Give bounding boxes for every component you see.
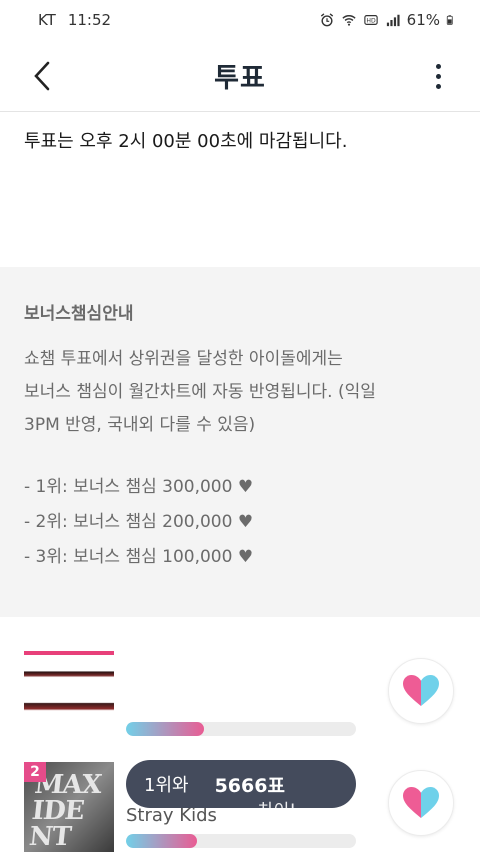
alarm-icon: [320, 13, 333, 27]
battery-icon: [446, 15, 453, 25]
artist-name: Stray Kids: [126, 805, 217, 826]
app-header: 투표: [0, 40, 480, 112]
clock: 11:52: [67, 11, 112, 29]
vote-progress-fill: [126, 722, 205, 736]
rank-badge: 2: [24, 762, 46, 782]
bonus-info-line: 3PM 반영, 국내외 다를 수 있음): [24, 415, 256, 435]
tooltip-tail-text: 차이!: [258, 801, 297, 821]
vote-heart-button[interactable]: [388, 658, 454, 724]
bonus-info-line: 쇼챔 투표에서 상위권을 달성한 아이돌에게는: [24, 349, 343, 369]
heart-icon: [403, 675, 439, 706]
vote-progress-bar: [126, 834, 356, 848]
album-title-art: MAXIDENT: [27, 770, 103, 852]
bonus-rank-item: - 2위: 보너스 챔심 200,000 ♥: [24, 512, 254, 532]
tooltip-vote-gap: 5666표: [214, 774, 285, 797]
vote-progress-bar: [126, 722, 356, 736]
more-options-button[interactable]: [418, 56, 458, 96]
vote-row: [0, 640, 480, 740]
heart-icon: [403, 787, 439, 818]
bonus-info-line: 보너스 챔심이 월간차트에 자동 반영됩니다. (익일: [24, 382, 376, 402]
carrier-label: KT: [38, 11, 56, 29]
bonus-info-body: 쇼챔 투표에서 상위권을 달성한 아이돌에게는 보너스 챔심이 월간차트에 자동…: [24, 343, 456, 442]
bonus-info-box: 보너스챔심안내 쇼챔 투표에서 상위권을 달성한 아이돌에게는 보너스 챔심이 …: [0, 267, 480, 617]
bonus-info-title: 보너스챔심안내: [24, 304, 134, 324]
chevron-left-icon: [34, 61, 50, 91]
more-vertical-icon: [435, 63, 441, 69]
tooltip-label: 1위와: [144, 775, 189, 796]
bonus-rank-list: - 1위: 보너스 챔심 300,000 ♥ - 2위: 보너스 챔심 200,…: [24, 470, 456, 575]
album-thumbnail-redacted: [24, 644, 114, 734]
vote-progress-fill: [126, 834, 198, 848]
hd-call-icon: HD: [363, 15, 378, 25]
vote-gap-tooltip: 1위와 5666표 차이!: [126, 760, 356, 821]
wifi-icon: [342, 15, 356, 26]
signal-icon: [386, 14, 400, 27]
vote-closing-notice: 투표는 오후 2시 00분 00초에 마감됩니다.: [24, 131, 348, 152]
status-bar: KT 11:52 HD 61%: [0, 0, 480, 40]
bonus-rank-item: - 3위: 보너스 챔심 100,000 ♥: [24, 547, 254, 567]
battery-percent: 61%: [406, 11, 440, 29]
back-button[interactable]: [22, 56, 62, 96]
vote-row: MAXIDENT 2 Stray Kids 1위와 5666표 차이!: [0, 758, 480, 858]
vote-heart-button[interactable]: [388, 770, 454, 836]
page-title: 투표: [214, 63, 266, 94]
bonus-rank-item: - 1위: 보너스 챔심 300,000 ♥: [24, 477, 254, 497]
svg-text:HD: HD: [366, 18, 376, 25]
